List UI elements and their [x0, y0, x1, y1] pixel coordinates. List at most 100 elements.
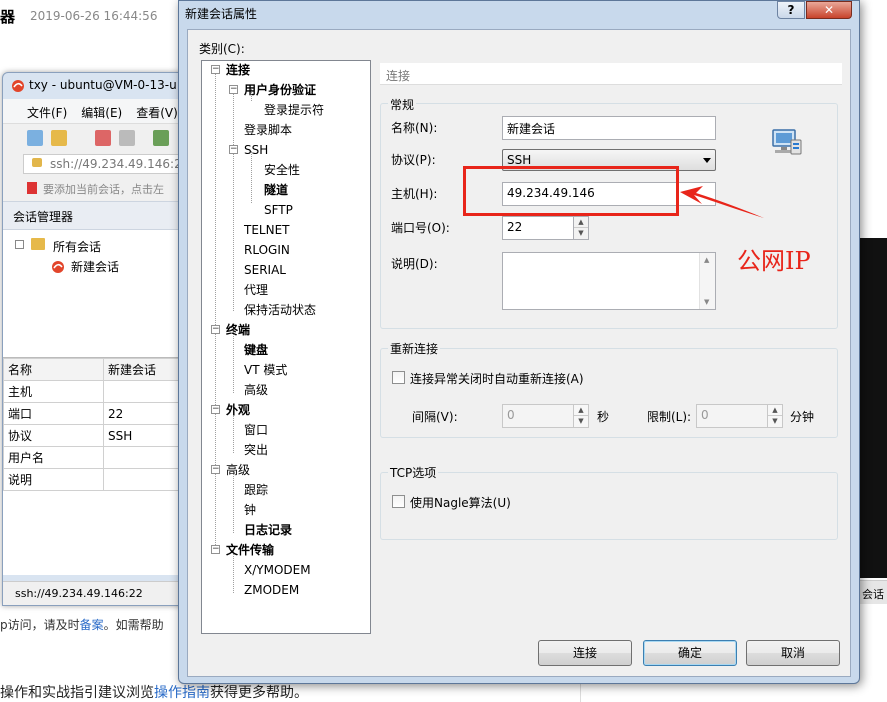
tree-line	[233, 471, 234, 533]
session-manager-title: 会话管理器	[3, 201, 201, 229]
tree-item-proxy[interactable]: 代理	[244, 281, 268, 299]
tree-line	[233, 331, 234, 393]
cancel-button[interactable]: 取消	[746, 640, 840, 666]
tree-item-user-auth[interactable]: 用户身份验证	[244, 81, 316, 99]
name-input[interactable]: 新建会话	[502, 116, 716, 140]
tree-expander[interactable]	[15, 240, 24, 249]
tree-item-vt-mode[interactable]: VT 模式	[244, 361, 287, 379]
tree-item-bell[interactable]: 钟	[244, 501, 256, 519]
tree-item-window[interactable]: 窗口	[244, 421, 268, 439]
collapse-file-transfer-icon[interactable]: −	[211, 545, 220, 554]
table-row: 用户名	[3, 446, 201, 469]
tree-item-rlogin[interactable]: RLOGIN	[244, 241, 290, 259]
tree-item-login-script[interactable]: 登录脚本	[244, 121, 292, 139]
tree-item-telnet[interactable]: TELNET	[244, 221, 290, 239]
prop-key: 名称	[3, 358, 104, 381]
description-input[interactable]: ▲ ▼	[502, 252, 716, 310]
collapse-auth-icon[interactable]: −	[229, 85, 238, 94]
tree-item-trace[interactable]: 跟踪	[244, 481, 268, 499]
tree-item-appearance[interactable]: 外观	[226, 401, 250, 419]
menu-edit[interactable]: 编辑(E)	[81, 104, 122, 123]
protocol-value: SSH	[507, 153, 532, 167]
spin-up-icon[interactable]: ▲	[768, 405, 782, 416]
prop-key: 协议	[3, 424, 104, 447]
address-input[interactable]: ssh://49.234.49.146:22	[23, 154, 201, 174]
menu-view[interactable]: 查看(V)	[136, 104, 178, 123]
spin-up-icon[interactable]: ▲	[574, 217, 588, 228]
port-spinner[interactable]: ▲ ▼	[573, 216, 589, 240]
tree-item-advanced[interactable]: 高级	[226, 461, 250, 479]
new-session-icon[interactable]	[27, 130, 43, 146]
tree-item-keyboard[interactable]: 键盘	[244, 341, 268, 359]
new-session-node[interactable]: 新建会话	[71, 258, 119, 275]
tree-item-file-transfer[interactable]: 文件传输	[226, 541, 274, 559]
collapse-terminal-icon[interactable]: −	[211, 325, 220, 334]
guide-prefix: 操作和实战指引建议浏览	[0, 685, 154, 701]
collapse-connect-icon[interactable]: −	[211, 65, 220, 74]
all-sessions-node[interactable]: 所有会话	[53, 238, 101, 255]
tree-item-connect[interactable]: 连接	[226, 61, 250, 79]
annotation-arrow-icon	[680, 186, 764, 218]
tree-line	[215, 69, 216, 549]
tree-item-security[interactable]: 安全性	[264, 161, 300, 179]
nagle-label[interactable]: 使用Nagle算法(U)	[410, 494, 511, 511]
operation-guide-link[interactable]: 操作指南	[154, 685, 210, 701]
tree-item-login-prompt[interactable]: 登录提示符	[264, 101, 324, 119]
nagle-checkbox[interactable]	[392, 495, 405, 508]
tree-item-serial[interactable]: SERIAL	[244, 261, 286, 279]
limit-spinner[interactable]: ▲ ▼	[767, 404, 783, 428]
limit-input[interactable]: 0	[696, 404, 768, 428]
scroll-up-icon[interactable]: ▲	[704, 256, 709, 264]
port-input[interactable]: 22	[502, 216, 574, 240]
table-row: 端口 22	[3, 402, 201, 425]
connect-button[interactable]: 连接	[538, 640, 632, 666]
post-date: 2019-06-26 16:44:56	[30, 9, 158, 23]
properties-icon[interactable]	[153, 130, 169, 146]
guide-text: 操作和实战指引建议浏览操作指南获得更多帮助。	[0, 682, 308, 702]
collapse-ssh-icon[interactable]: −	[229, 145, 238, 154]
tree-item-sftp[interactable]: SFTP	[264, 201, 293, 219]
tree-item-highlight[interactable]: 突出	[244, 441, 268, 459]
reconnect-legend: 重新连接	[388, 340, 441, 357]
reconnect-icon[interactable]	[119, 130, 135, 146]
auto-reconnect-checkbox[interactable]	[392, 371, 405, 384]
interval-input[interactable]: 0	[502, 404, 574, 428]
tree-item-terminal[interactable]: 终端	[226, 321, 250, 339]
ok-button[interactable]: 确定	[643, 640, 737, 666]
tree-item-logging[interactable]: 日志记录	[244, 521, 292, 539]
tree-item-xymodem[interactable]: X/YMODEM	[244, 561, 311, 579]
tree-item-ssh[interactable]: SSH	[244, 141, 268, 159]
tree-item-zmodem[interactable]: ZMODEM	[244, 581, 299, 599]
scroll-down-icon[interactable]: ▼	[704, 298, 709, 306]
table-row: 说明	[3, 468, 201, 491]
interval-unit: 秒	[597, 410, 610, 424]
help-button[interactable]: ?	[777, 1, 805, 19]
filing-link[interactable]: 备案	[80, 618, 104, 632]
spin-down-icon[interactable]: ▼	[574, 416, 588, 427]
tcp-legend: TCP选项	[388, 464, 439, 481]
add-session-hint: 要添加当前会话，点击左	[3, 177, 201, 201]
interval-label: 间隔(V):	[412, 410, 458, 424]
spin-down-icon[interactable]: ▼	[768, 416, 782, 427]
lock-icon	[32, 158, 42, 167]
open-folder-icon[interactable]	[51, 130, 67, 146]
description-scrollbar[interactable]: ▲ ▼	[699, 253, 715, 309]
disconnect-icon[interactable]	[95, 130, 111, 146]
auto-reconnect-label[interactable]: 连接异常关闭时自动重新连接(A)	[410, 370, 584, 387]
spin-up-icon[interactable]: ▲	[574, 405, 588, 416]
tree-item-keepalive[interactable]: 保持活动状态	[244, 301, 316, 319]
tree-item-terminal-advanced[interactable]: 高级	[244, 381, 268, 399]
tree-item-tunnel[interactable]: 隧道	[264, 181, 288, 199]
interval-spinner[interactable]: ▲ ▼	[573, 404, 589, 428]
xshell-titlebar[interactable]: txy - ubuntu@VM-0-13-u	[3, 73, 201, 99]
collapse-appearance-icon[interactable]: −	[211, 405, 220, 414]
xshell-window: txy - ubuntu@VM-0-13-u 文件(F) 编辑(E) 查看(V)…	[2, 72, 202, 606]
xshell-logo-icon	[12, 80, 24, 92]
menu-file[interactable]: 文件(F)	[27, 104, 67, 123]
close-button[interactable]: ✕	[806, 1, 852, 19]
dialog-body: 类别(C): − 连接 − 用户身份验证 登录提示符 登录脚本 − SSH 安全…	[187, 29, 851, 677]
spin-down-icon[interactable]: ▼	[574, 228, 588, 239]
host-label: 主机(H):	[391, 187, 438, 201]
collapse-advanced-icon[interactable]: −	[211, 465, 220, 474]
hint-text: 要添加当前会话，点击左	[43, 183, 164, 196]
